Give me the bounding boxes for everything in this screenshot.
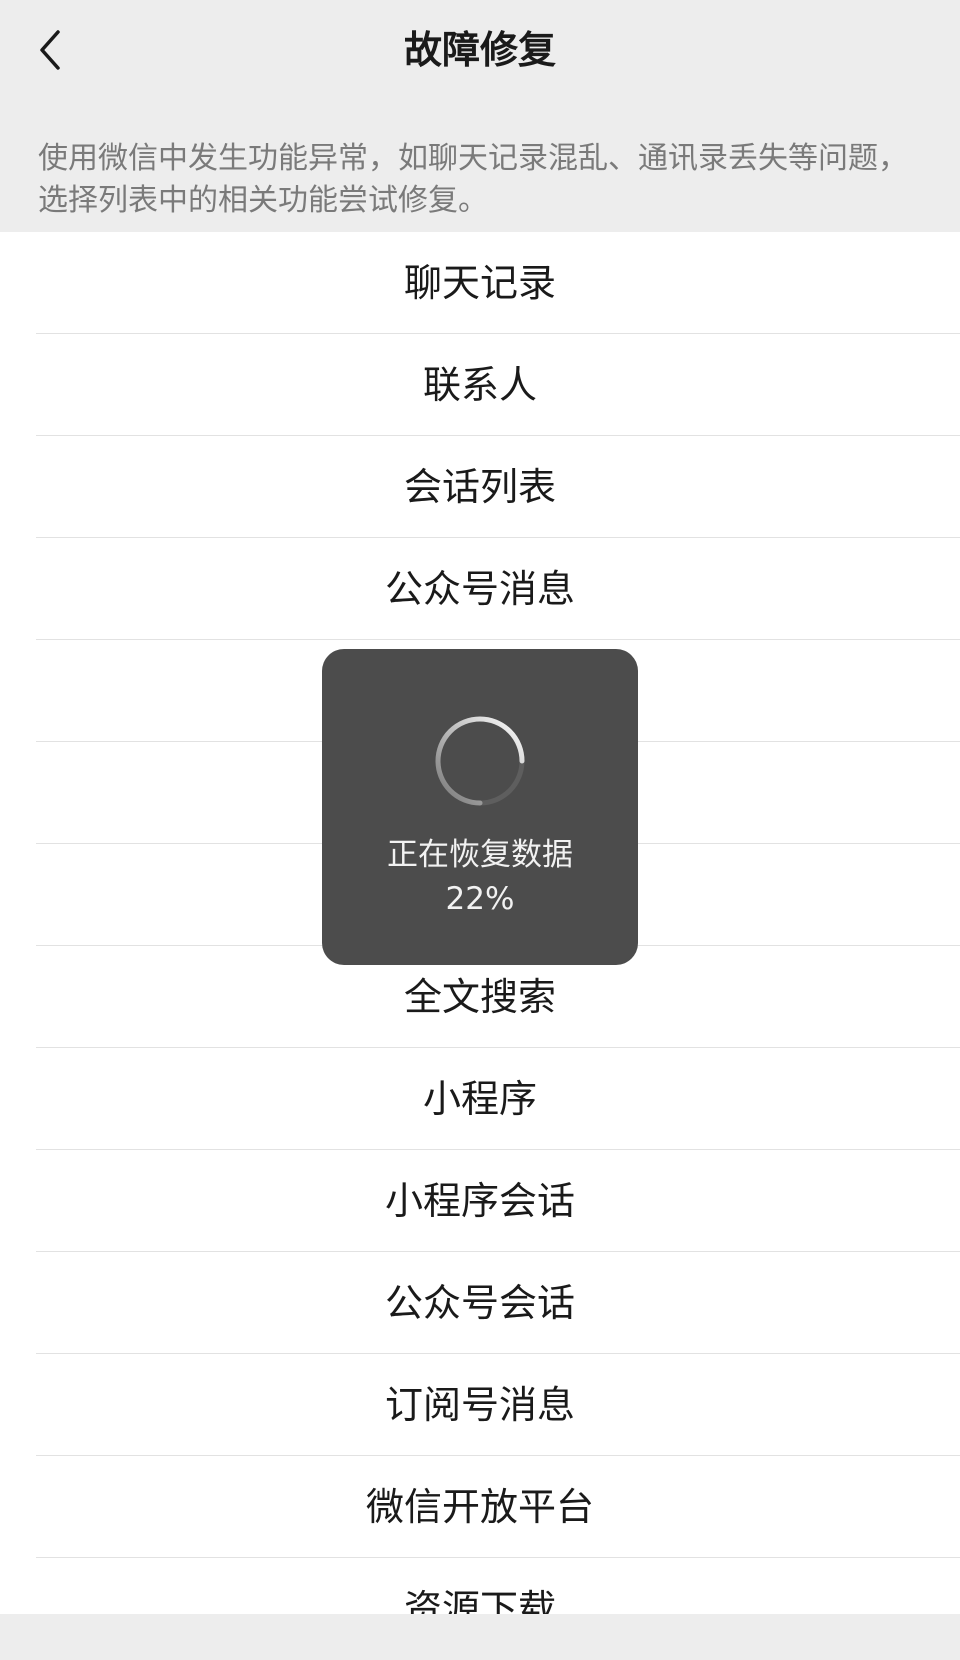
loading-toast: 正在恢复数据 22% [322, 649, 638, 965]
list-item-label: 公众号会话 [384, 1281, 575, 1325]
loading-message: 正在恢复数据 [387, 837, 573, 873]
list-item-chat-history[interactable]: 聊天记录 [0, 232, 960, 334]
list-item-open-platform[interactable]: 微信开放平台 [0, 1456, 960, 1558]
navigation-bar: 故障修复 [0, 0, 960, 104]
list-item-contacts[interactable]: 联系人 [0, 334, 960, 436]
list-item-subscription-messages[interactable]: 订阅号消息 [0, 1354, 960, 1456]
loading-progress: 22% [445, 881, 515, 917]
list-item-mini-program-conversation[interactable]: 小程序会话 [0, 1150, 960, 1252]
list-item-label: 微信开放平台 [365, 1485, 594, 1529]
list-item-mini-program[interactable]: 小程序 [0, 1048, 960, 1150]
list-item-label: 会话列表 [403, 465, 556, 509]
list-item-label: 资源下载 [403, 1587, 556, 1614]
list-item-label: 聊天记录 [403, 261, 556, 305]
list-item-resource-download[interactable]: 资源下载 [0, 1558, 960, 1614]
list-item-label: 小程序会话 [384, 1179, 575, 1223]
list-item-label: 小程序 [422, 1077, 537, 1121]
bottom-safe-area [0, 1614, 960, 1660]
list-item-official-account-conversation[interactable]: 公众号会话 [0, 1252, 960, 1354]
loading-text: 正在恢复数据 22% [322, 833, 638, 921]
list-item-label: 公众号消息 [384, 567, 575, 611]
page-description: 使用微信中发生功能异常，如聊天记录混乱、通讯录丢失等问题，选择列表中的相关功能尝… [38, 141, 908, 218]
list-item-official-account-messages[interactable]: 公众号消息 [0, 538, 960, 640]
list-item-label: 联系人 [422, 363, 537, 407]
list-item-conversation-list[interactable]: 会话列表 [0, 436, 960, 538]
loading-spinner-icon [435, 716, 525, 806]
page-title: 故障修复 [403, 28, 556, 72]
list-item-label: 订阅号消息 [384, 1383, 575, 1427]
